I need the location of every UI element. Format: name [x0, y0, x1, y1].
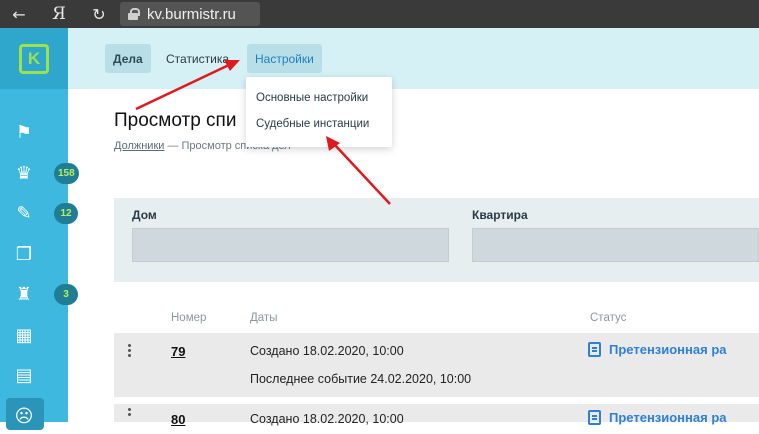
document-icon: [588, 342, 601, 357]
apartment-label: Квартира: [472, 208, 528, 222]
logo-area[interactable]: K: [0, 28, 68, 89]
sidebar-item-building[interactable]: ▦: [0, 317, 68, 353]
column-header-status: Статус: [590, 312, 627, 324]
status-link[interactable]: Претензионная ра: [588, 342, 727, 357]
browser-toolbar: ← Я ↻ kv.burmistr.ru: [0, 0, 759, 28]
status-text: Претензионная ра: [609, 410, 727, 425]
created-date: Создано 18.02.2020, 10:00: [250, 344, 404, 358]
tab-settings[interactable]: Настройки: [247, 44, 322, 73]
status-text: Претензионная ра: [609, 342, 727, 357]
table-row[interactable]: 79 Создано 18.02.2020, 10:00 Последнее с…: [114, 333, 759, 397]
menu-item-court-instances[interactable]: Судебные инстанции: [256, 118, 369, 130]
sidebar-item-documents[interactable]: ❐: [0, 236, 68, 272]
tab-statistics[interactable]: Статистика: [158, 44, 237, 73]
case-number-link[interactable]: 79: [171, 344, 185, 359]
case-number-link[interactable]: 80: [171, 412, 185, 427]
sidebar: K ⚑ ♛ 158 ✎ 12 ❐ ♜ 3 ▦ ▤ ☹: [0, 28, 79, 430]
status-link[interactable]: Претензионная ра: [588, 410, 727, 425]
documents-icon: ❐: [15, 243, 33, 265]
reload-icon[interactable]: ↻: [84, 5, 114, 24]
filter-panel: Дом Квартира: [114, 198, 759, 282]
flag-icon: ⚑: [15, 121, 33, 143]
building-icon: ▦: [15, 324, 33, 346]
sidebar-item-sad-face[interactable]: ☹: [0, 398, 68, 434]
sidebar-item-flag[interactable]: ⚑: [0, 114, 68, 150]
house-input[interactable]: [132, 228, 449, 262]
tab-deals[interactable]: Дела: [105, 44, 151, 73]
edit-icon: ✎: [16, 202, 32, 224]
created-date: Создано 18.02.2020, 10:00: [250, 412, 404, 426]
document-icon: [588, 410, 601, 425]
edit-count-badge: 12: [54, 202, 78, 224]
apartment-input[interactable]: [472, 228, 759, 262]
sidebar-item-edit[interactable]: ✎ 12: [0, 195, 78, 231]
breadcrumb-link-debtors[interactable]: Должники: [114, 140, 164, 152]
top-navigation: Дела Статистика Настройки: [68, 28, 759, 89]
users-count-badge: 158: [54, 162, 79, 184]
lock-icon: [128, 8, 140, 20]
sad-face-icon: ☹: [14, 405, 34, 427]
column-header-dates: Даты: [250, 312, 278, 324]
back-arrow-icon[interactable]: ←: [4, 5, 34, 24]
url-text: kv.burmistr.ru: [147, 5, 236, 23]
row-menu-icon[interactable]: [128, 408, 132, 418]
house-label: Дом: [132, 208, 157, 222]
users-icon: ♛: [15, 162, 33, 184]
row-menu-icon[interactable]: [128, 344, 132, 359]
app-logo[interactable]: K: [19, 43, 49, 74]
column-header-number: Номер: [171, 312, 207, 324]
sidebar-item-court[interactable]: ♜ 3: [0, 276, 78, 312]
settings-dropdown-menu: Основные настройки Судебные инстанции: [246, 77, 392, 147]
table-row[interactable]: 80 Создано 18.02.2020, 10:00 Претензионн…: [114, 404, 759, 427]
page-title: Просмотр спи: [114, 110, 237, 131]
court-count-badge: 3: [54, 283, 78, 305]
menu-item-main-settings[interactable]: Основные настройки: [256, 92, 368, 104]
calculator-icon: ▤: [15, 364, 33, 386]
sidebar-item-users[interactable]: ♛ 158: [0, 155, 79, 191]
sidebar-item-calculator[interactable]: ▤: [0, 357, 68, 393]
yandex-icon[interactable]: Я: [44, 4, 74, 24]
last-event-date: Последнее событие 24.02.2020, 10:00: [250, 372, 472, 386]
address-bar[interactable]: kv.burmistr.ru: [120, 2, 260, 26]
court-icon: ♜: [15, 283, 33, 305]
